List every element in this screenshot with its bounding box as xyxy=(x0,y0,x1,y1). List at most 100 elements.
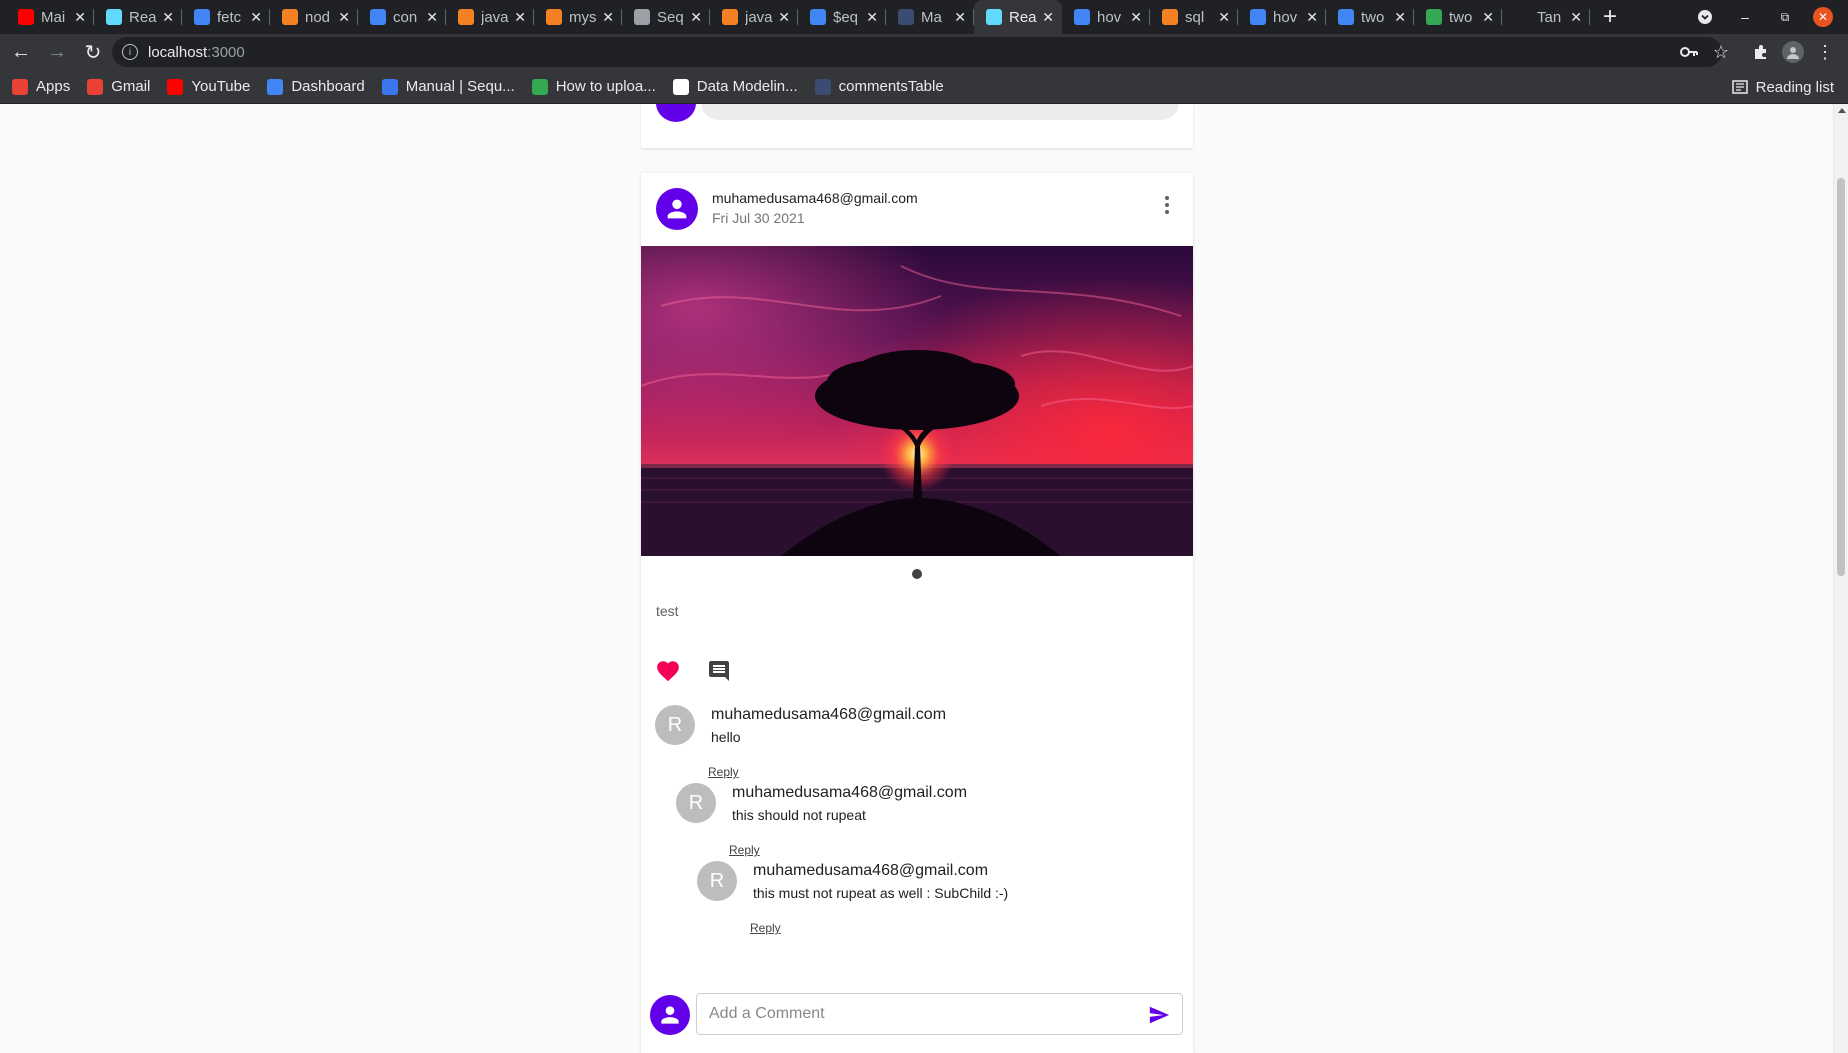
browser-tab[interactable]: $eq ✕ xyxy=(798,0,886,34)
tab-close-icon[interactable]: ✕ xyxy=(690,9,702,26)
add-comment-input[interactable] xyxy=(709,994,1129,1034)
tab-title: java xyxy=(745,8,773,26)
browser-tab[interactable]: Rea ✕ xyxy=(974,0,1062,34)
youtube-icon xyxy=(167,78,184,95)
reload-icon[interactable]: ↻ xyxy=(78,37,108,67)
tab-title: Ma xyxy=(921,8,942,26)
tab-close-icon[interactable]: ✕ xyxy=(162,9,174,26)
reading-list-button[interactable]: Reading list xyxy=(1731,70,1834,104)
scroll-up-icon[interactable] xyxy=(1838,108,1846,113)
tab-title: Tan xyxy=(1537,8,1562,26)
carousel-indicator[interactable] xyxy=(912,569,922,579)
person-icon xyxy=(661,1006,679,1024)
add-comment-field xyxy=(696,993,1183,1035)
bookmark-item[interactable]: Dashboard xyxy=(267,78,365,95)
browser-tab[interactable]: Tan ✕ xyxy=(1502,0,1590,34)
tab-close-icon[interactable]: ✕ xyxy=(250,9,262,26)
minimize-icon[interactable]: – xyxy=(1730,0,1760,34)
tab-close-icon[interactable]: ✕ xyxy=(1570,9,1582,26)
bookmark-item[interactable]: Data Modelin... xyxy=(672,78,798,95)
tab-close-icon[interactable]: ✕ xyxy=(338,9,350,26)
tab-close-icon[interactable]: ✕ xyxy=(1218,9,1230,26)
page-scrollbar[interactable] xyxy=(1833,104,1848,1053)
gmail-icon xyxy=(87,78,104,95)
tab-close-icon[interactable]: ✕ xyxy=(954,9,966,26)
back-icon[interactable]: ← xyxy=(6,37,36,67)
tab-list: Mai ✕ Rea ✕ fetc ✕ nod ✕ con ✕ java ✕ mys ✕ Seq ✕ java ✕ $… xyxy=(0,0,1590,34)
browser-tab[interactable]: Mai ✕ xyxy=(6,0,94,34)
browser-tab[interactable]: sql ✕ xyxy=(1150,0,1238,34)
tab-close-icon[interactable]: ✕ xyxy=(602,9,614,26)
browser-tab[interactable]: Rea ✕ xyxy=(94,0,182,34)
close-window-icon[interactable]: ✕ xyxy=(1810,0,1836,34)
browser-tab[interactable]: hov ✕ xyxy=(1062,0,1150,34)
tab-close-icon[interactable]: ✕ xyxy=(1130,9,1142,26)
browser-tab[interactable]: Ma ✕ xyxy=(886,0,974,34)
menu-kebab-icon[interactable]: ⋮ xyxy=(1810,37,1840,67)
tab-title: hov xyxy=(1273,8,1298,26)
tab-close-icon[interactable]: ✕ xyxy=(778,9,790,26)
sunset-tree-image xyxy=(641,246,1193,556)
address-bar[interactable]: i localhost:3000 xyxy=(112,37,1722,67)
tab-close-icon[interactable]: ✕ xyxy=(866,9,878,26)
bookmark-star-icon[interactable]: ☆ xyxy=(1706,37,1736,67)
browser-tab[interactable]: con ✕ xyxy=(358,0,446,34)
tab-close-icon[interactable]: ✕ xyxy=(514,9,526,26)
site-info-icon[interactable]: i xyxy=(122,44,138,60)
tab-close-icon[interactable]: ✕ xyxy=(1482,9,1494,26)
react-icon xyxy=(106,9,122,25)
post-avatar xyxy=(656,188,698,230)
browser-tab[interactable]: mys ✕ xyxy=(534,0,622,34)
restore-icon[interactable]: ⧉ xyxy=(1770,0,1800,34)
bookmark-item[interactable]: Manual | Sequ... xyxy=(381,78,515,95)
comment-button[interactable] xyxy=(707,659,733,685)
post-card: muhamedusama468@gmail.com Fri Jul 30 202… xyxy=(641,173,1193,1053)
bookmark-item[interactable]: YouTube xyxy=(167,78,250,95)
post-options-button[interactable] xyxy=(1149,187,1185,223)
previous-post-input[interactable] xyxy=(701,104,1179,120)
bookmark-item[interactable]: Apps xyxy=(12,78,70,95)
browser-tab[interactable]: hov ✕ xyxy=(1238,0,1326,34)
tab-title: fetc xyxy=(217,8,242,26)
tab-title: two xyxy=(1361,8,1385,26)
reply-link[interactable]: Reply xyxy=(708,765,739,779)
browser-tab[interactable]: two ✕ xyxy=(1414,0,1502,34)
bookmark-item[interactable]: Gmail xyxy=(87,78,150,95)
forward-icon[interactable]: → xyxy=(42,37,72,67)
reply-link[interactable]: Reply xyxy=(750,921,781,935)
bookmark-label: Gmail xyxy=(111,78,151,95)
tab-title: hov xyxy=(1097,8,1122,26)
comment-author: muhamedusama468@gmail.com xyxy=(753,862,989,879)
profile-icon[interactable] xyxy=(1778,37,1808,67)
comment-text: this must not rupeat as well : SubChild … xyxy=(753,885,1009,901)
bookmark-label: Apps xyxy=(36,78,71,95)
browser-tab[interactable]: Seq ✕ xyxy=(622,0,710,34)
browser-tab[interactable]: two ✕ xyxy=(1326,0,1414,34)
browser-tab[interactable]: nod ✕ xyxy=(270,0,358,34)
tab-close-icon[interactable]: ✕ xyxy=(1042,9,1054,26)
new-tab-button[interactable]: + xyxy=(1590,0,1630,34)
tab-close-icon[interactable]: ✕ xyxy=(1306,9,1318,26)
bookmark-item[interactable]: How to uploa... xyxy=(531,78,656,95)
extensions-icon[interactable] xyxy=(1746,37,1776,67)
key-icon[interactable] xyxy=(1674,37,1704,67)
google-icon xyxy=(810,9,826,25)
more-vert-icon xyxy=(1165,196,1169,200)
google-icon xyxy=(1074,9,1090,25)
reply-link[interactable]: Reply xyxy=(729,843,760,857)
bookmark-item[interactable]: commentsTable xyxy=(814,78,944,95)
tab-close-icon[interactable]: ✕ xyxy=(1394,9,1406,26)
browser-tab[interactable]: java ✕ xyxy=(710,0,798,34)
tab-close-icon[interactable]: ✕ xyxy=(74,9,86,26)
browser-tab[interactable]: fetc ✕ xyxy=(182,0,270,34)
address-port: :3000 xyxy=(207,43,245,61)
github-icon xyxy=(1514,9,1530,25)
like-button[interactable] xyxy=(655,658,681,684)
tab-search-icon[interactable] xyxy=(1690,0,1720,34)
browser-toolbar: ← → ↻ i localhost:3000 ☆ ⋮ xyxy=(0,34,1848,70)
browser-tab[interactable]: java ✕ xyxy=(446,0,534,34)
tab-strip: Mai ✕ Rea ✕ fetc ✕ nod ✕ con ✕ java ✕ mys ✕ Seq ✕ java ✕ $… xyxy=(0,0,1848,34)
send-comment-button[interactable] xyxy=(1145,1001,1173,1029)
scrollbar-thumb[interactable] xyxy=(1837,178,1845,576)
tab-close-icon[interactable]: ✕ xyxy=(426,9,438,26)
